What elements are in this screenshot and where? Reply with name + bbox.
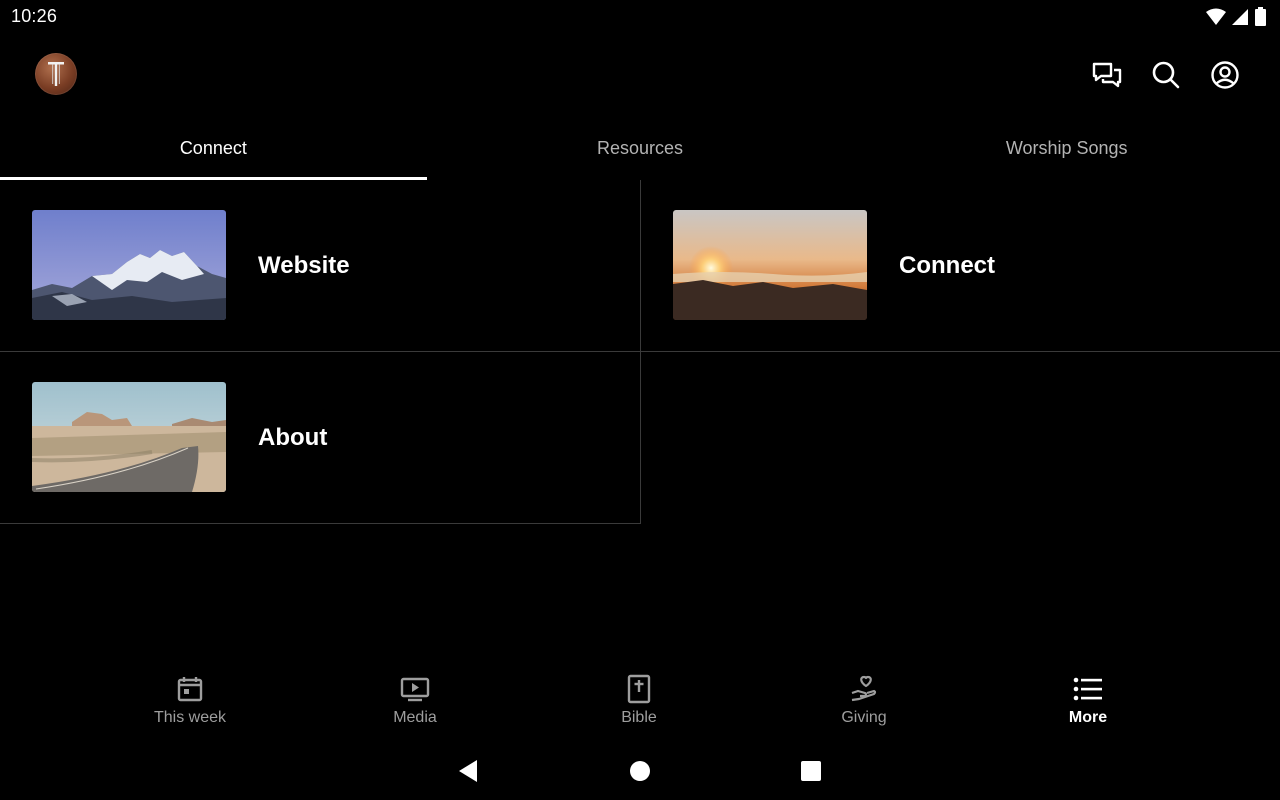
nav-label: More [1068,709,1108,726]
card-connect[interactable]: Connect [641,180,1280,352]
back-icon[interactable] [453,756,483,786]
nav-label: Giving [841,709,887,726]
nav-giving[interactable]: Giving [804,668,924,738]
recents-icon[interactable] [796,756,826,786]
nav-media[interactable]: Media [355,668,475,738]
status-bar: 10:26 [0,0,1280,34]
card-about[interactable]: About [0,352,641,524]
nav-label: Media [393,709,437,726]
card-thumbnail-sunset [673,210,867,320]
home-icon[interactable] [625,756,655,786]
card-website[interactable]: Website [0,180,641,352]
nav-this-week[interactable]: This week [130,668,250,738]
tab-connect[interactable]: Connect [0,118,427,180]
avatar[interactable] [35,53,77,95]
cross-logo-icon [48,62,64,86]
bible-icon [624,674,654,704]
app-actions [1091,59,1240,90]
status-time: 10:26 [11,6,58,26]
tab-worship-songs[interactable]: Worship Songs [853,118,1280,180]
app-screen: 10:26 Connect Resources Worship Songs We… [0,0,1280,800]
card-title: Website [258,251,350,279]
card-thumbnail-mountains [32,210,226,320]
video-icon [400,674,430,704]
nav-label: This week [153,709,227,726]
chat-icon[interactable] [1091,59,1122,90]
system-navigation-bar [0,742,1280,800]
cell-signal-icon [1232,8,1249,26]
wifi-icon [1206,8,1226,26]
tab-bar: Connect Resources Worship Songs [0,118,1280,180]
nav-bible[interactable]: Bible [579,668,699,738]
nav-label: Bible [621,709,657,726]
card-title: About [258,423,328,451]
calendar-icon [175,674,205,704]
app-bar [0,34,1280,116]
search-icon[interactable] [1150,59,1181,90]
bottom-navigation: This week Media Bible Giving More [0,668,1280,738]
list-icon [1073,674,1103,704]
card-thumbnail-desert-road [32,382,226,492]
giving-hand-heart-icon [849,674,879,704]
tab-resources[interactable]: Resources [427,118,854,180]
status-icons [1206,7,1266,26]
battery-icon [1255,7,1266,26]
nav-more[interactable]: More [1028,668,1148,738]
card-title: Connect [899,251,995,279]
account-icon[interactable] [1209,59,1240,90]
